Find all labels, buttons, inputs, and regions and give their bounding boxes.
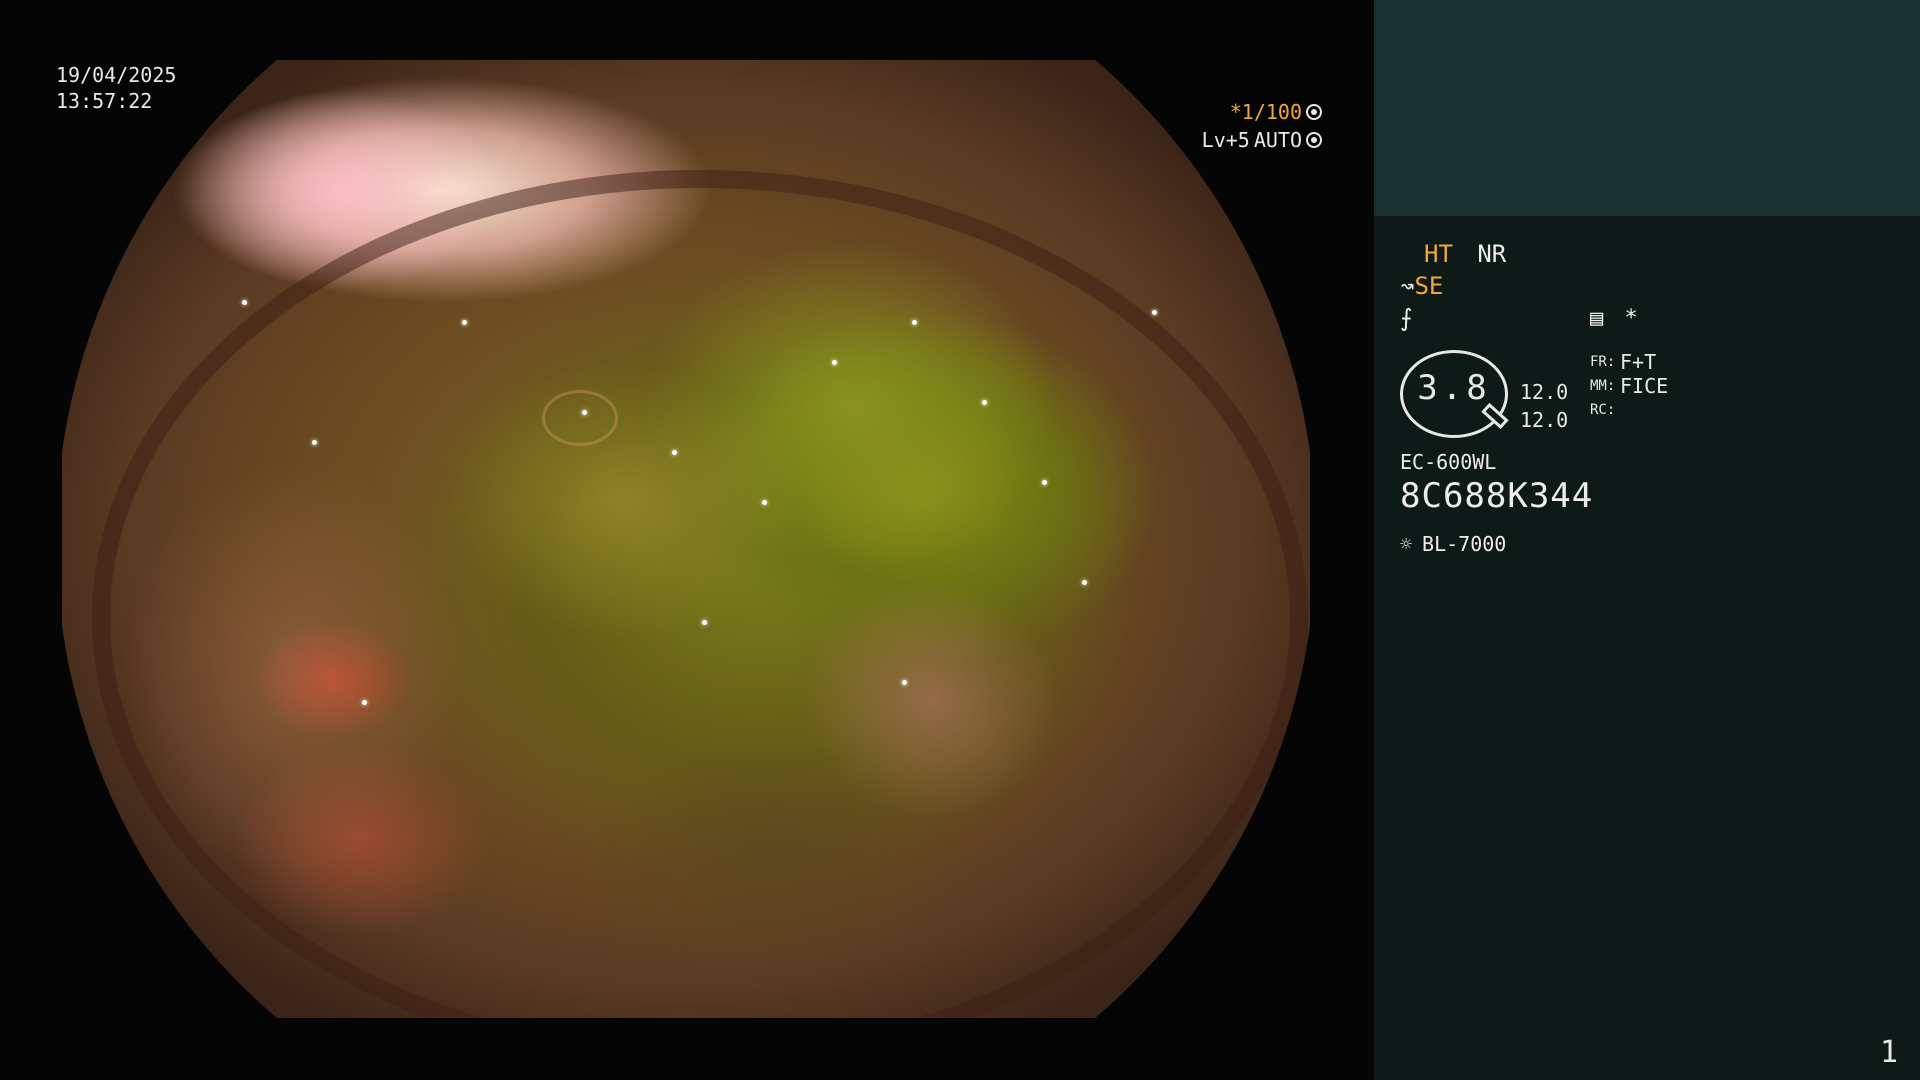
mm-label: MM: xyxy=(1590,378,1616,394)
specular-glint xyxy=(1152,310,1157,315)
nr-label: NR xyxy=(1477,240,1507,268)
list-box-icon: ▤ xyxy=(1590,306,1604,331)
shutter-block: *1/100 Lv+5 AUTO xyxy=(1022,98,1322,154)
lumen-edge xyxy=(92,170,1308,1018)
specular-glint xyxy=(902,680,907,685)
specular-glint xyxy=(242,300,247,305)
ht-label: HT xyxy=(1424,240,1453,268)
aperture-icon xyxy=(1306,104,1322,120)
specular-glint xyxy=(762,500,767,505)
light-source: BL-7000 xyxy=(1422,532,1507,556)
rc-value xyxy=(1620,398,1668,422)
light-source-row: ☼ BL-7000 xyxy=(1400,532,1506,556)
wave-arrow-icon: ↝ xyxy=(1400,272,1415,300)
date-time: 19/04/2025 13:57:22 xyxy=(56,62,176,114)
specular-glint xyxy=(362,700,367,705)
fr-value: F+T xyxy=(1620,350,1657,374)
mm-value: FICE xyxy=(1620,374,1669,398)
scope-model: EC-600WL xyxy=(1400,450,1497,474)
lens-numbers: 12.0 12.0 xyxy=(1520,378,1568,434)
lens-value: 3.8 xyxy=(1417,368,1491,408)
specular-glint xyxy=(832,360,837,365)
date-label: 19/04/2025 xyxy=(56,63,177,87)
asterisk-mark: * xyxy=(1624,306,1638,331)
specular-glint xyxy=(982,400,987,405)
specular-glint xyxy=(582,410,587,415)
se-label: SE xyxy=(1414,272,1444,300)
shutter-row: *1/100 xyxy=(1022,98,1322,126)
brightness-level: Lv+5 xyxy=(1201,128,1250,152)
se-row: ↝SE xyxy=(1400,272,1443,300)
lens-keys: FR: MM: RC: xyxy=(1590,350,1615,422)
shutter-speed: *1/100 xyxy=(1229,100,1302,124)
endoscope-image xyxy=(62,60,1310,1018)
page-number: 1 xyxy=(1879,1035,1898,1070)
iris-icon xyxy=(1306,132,1322,148)
menu-row: ▤ * xyxy=(1590,306,1638,331)
exposure-mode: AUTO xyxy=(1253,128,1302,152)
specular-glint xyxy=(672,450,677,455)
video-area: 19/04/2025 13:57:22 *1/100 Lv+5 AUTO xyxy=(0,0,1374,1080)
specular-glint xyxy=(1042,480,1047,485)
slash-f-icon: ⨍ xyxy=(1400,304,1413,332)
specular-glint xyxy=(912,320,917,325)
rc-label: RC: xyxy=(1590,402,1616,418)
scope-serial: 8C688K344 xyxy=(1400,476,1594,516)
specular-glint xyxy=(702,620,707,625)
lens-values: F+T FICE xyxy=(1620,350,1668,422)
lens-number-2: 12.0 xyxy=(1520,408,1569,432)
level-row: Lv+5 AUTO xyxy=(1022,126,1322,154)
specular-glint xyxy=(462,320,467,325)
fr-label: FR: xyxy=(1590,354,1616,370)
info-panel: HT NR ↝SE ⨍ ▤ * 3.8 12.0 12.0 FR: MM: RC… xyxy=(1374,0,1920,1080)
lens-number-1: 12.0 xyxy=(1520,380,1569,404)
specular-glint xyxy=(1082,580,1087,585)
time-label: 13:57:22 xyxy=(56,89,153,113)
thumbnail-area xyxy=(1374,0,1920,216)
ht-nr-row: HT NR xyxy=(1400,240,1506,268)
specular-glint xyxy=(312,440,317,445)
sun-icon: ☼ xyxy=(1400,532,1413,556)
endoscopy-screen: 19/04/2025 13:57:22 *1/100 Lv+5 AUTO HT … xyxy=(0,0,1920,1080)
